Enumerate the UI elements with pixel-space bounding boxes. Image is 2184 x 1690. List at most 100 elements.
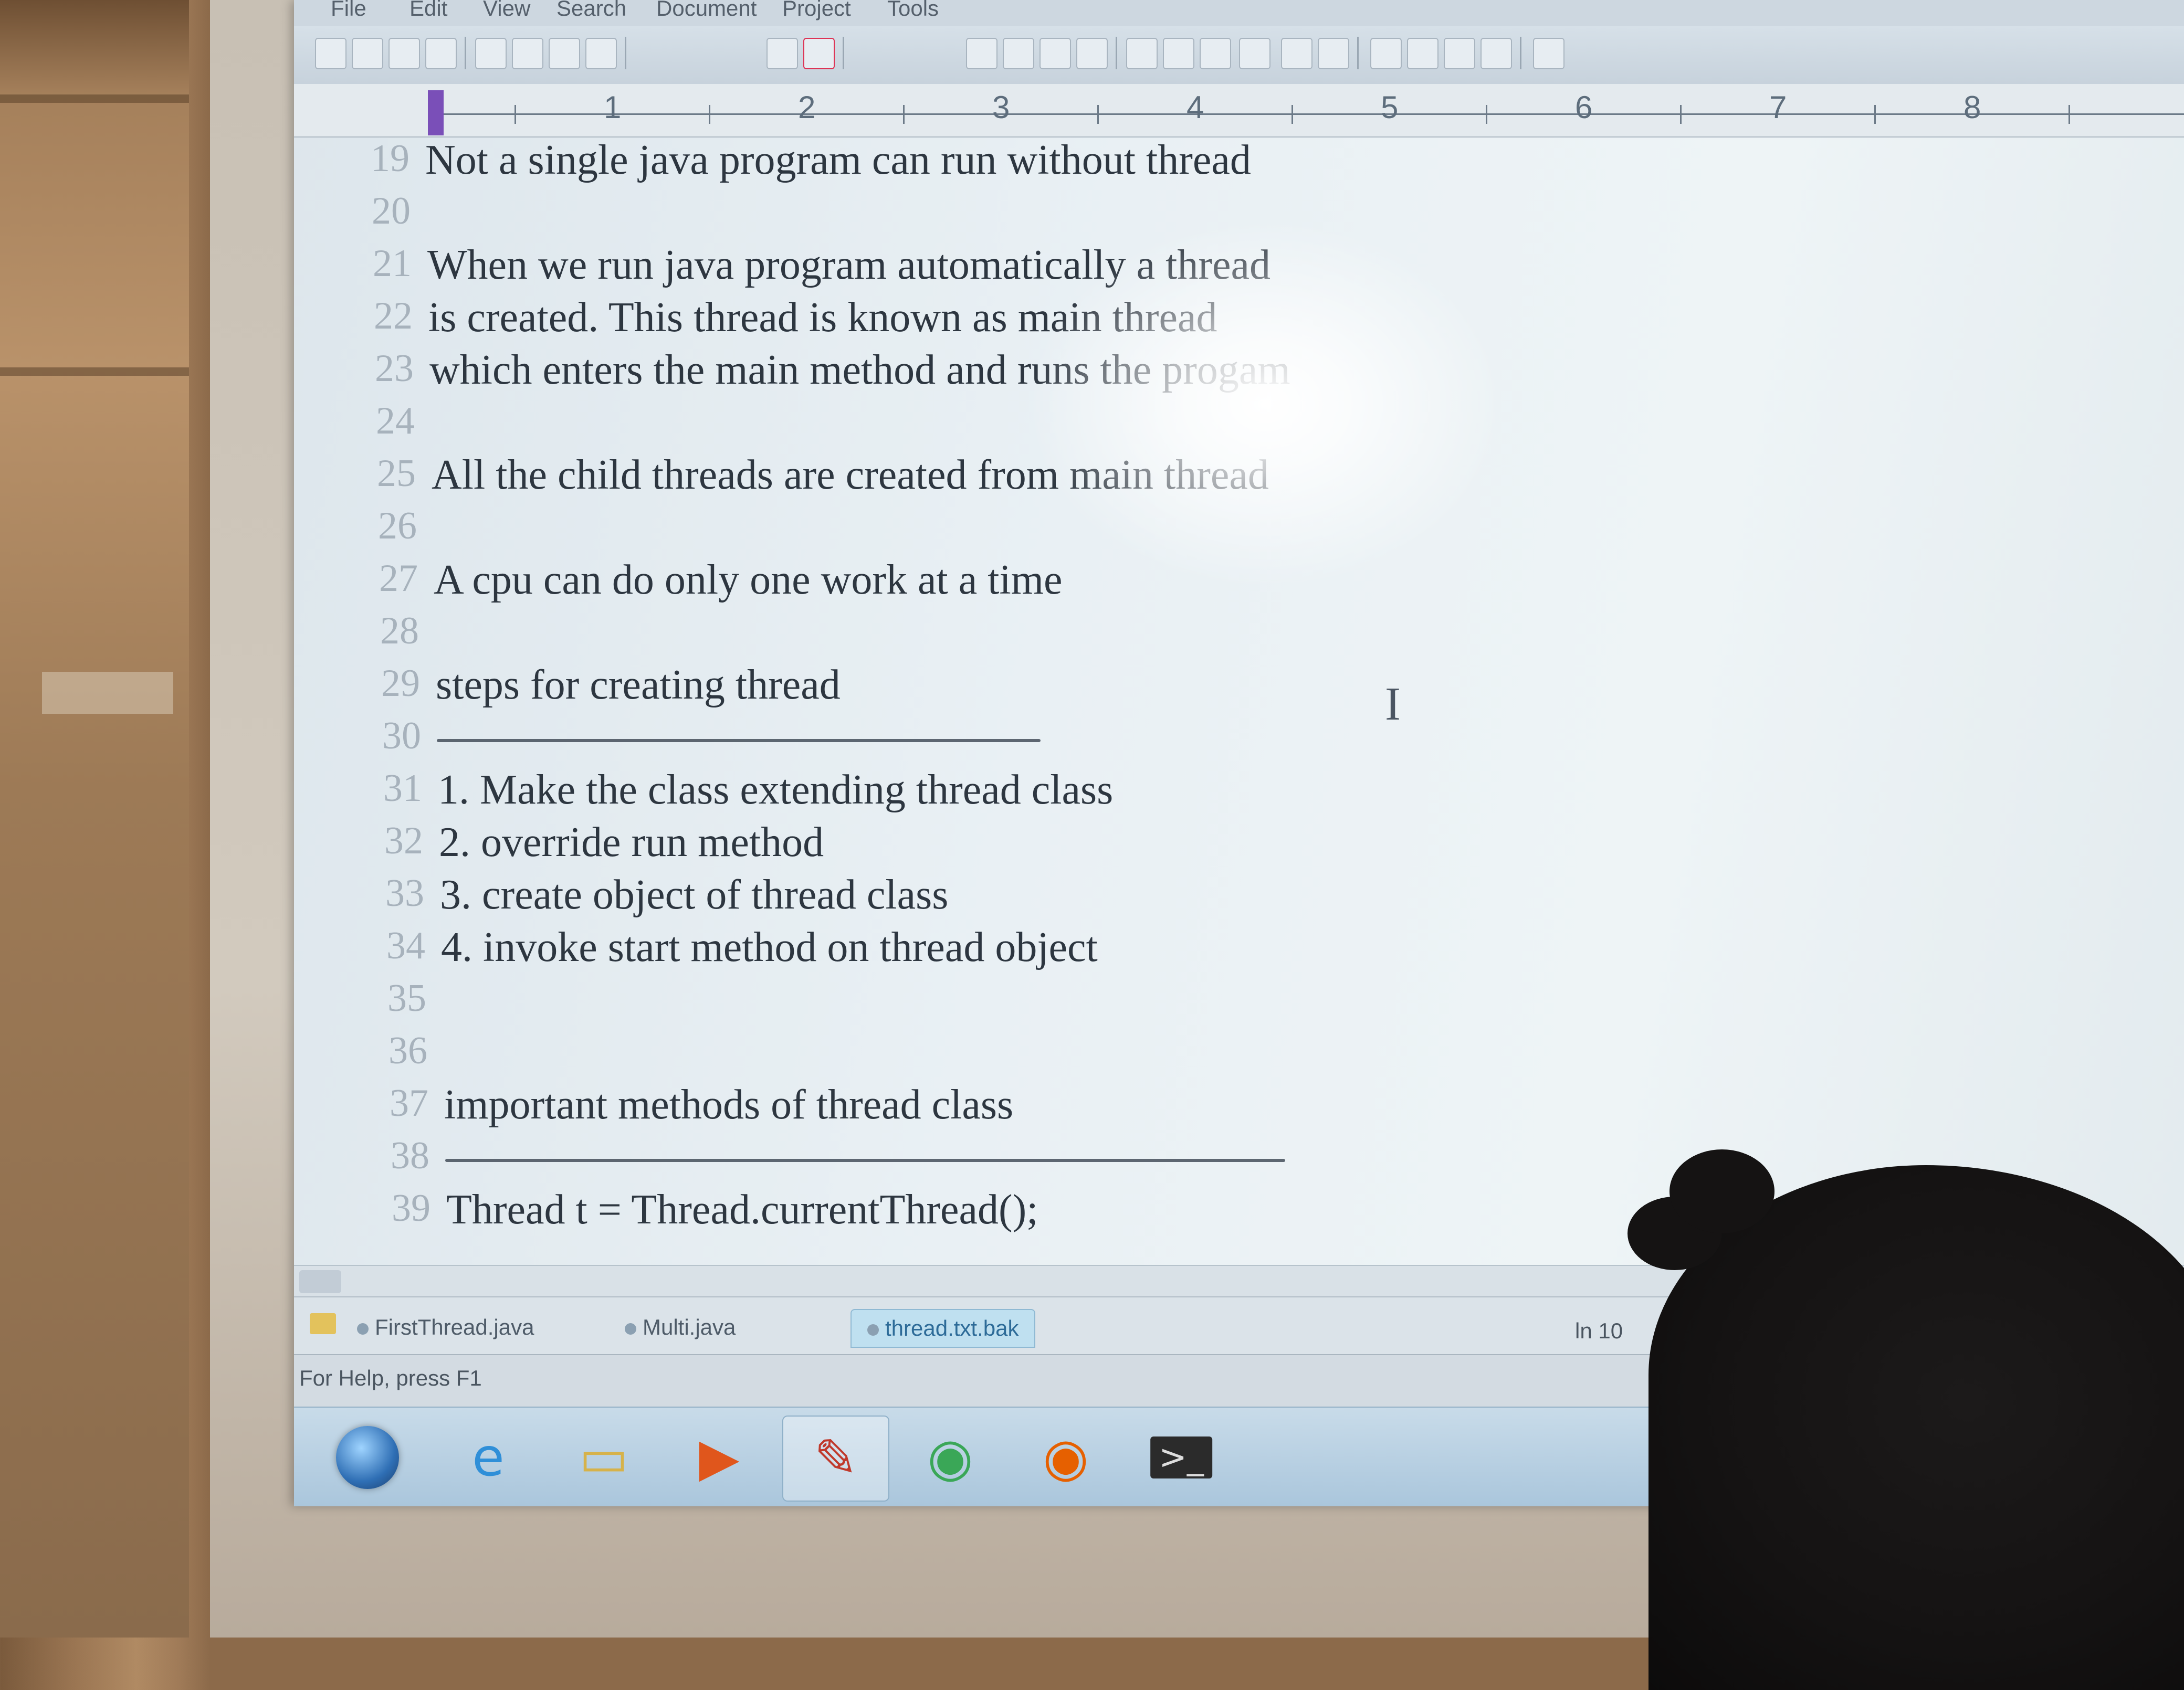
line-number: 28 <box>380 609 419 652</box>
line-number: 38 <box>391 1134 429 1177</box>
file-icon <box>867 1324 879 1336</box>
align-icon[interactable] <box>1239 38 1270 69</box>
ruler-tick <box>1486 105 1487 124</box>
wrap-icon[interactable] <box>1318 38 1349 69</box>
projector-glare <box>1029 220 1502 588</box>
taskbar-internet-explorer[interactable]: e <box>436 1416 541 1499</box>
line-text: 1. Make the class extending thread class <box>438 767 1114 813</box>
columns-icon[interactable] <box>1281 38 1312 69</box>
ruler[interactable]: 1 2 3 4 5 6 7 8 <box>294 84 2184 138</box>
taskbar-command-prompt[interactable]: >_ <box>1129 1416 1234 1499</box>
line-text: important methods of thread class <box>444 1082 1014 1128</box>
toolbar-separator <box>1520 37 1521 69</box>
ruler-tick <box>1292 105 1293 124</box>
paragraph-icon[interactable] <box>1200 38 1231 69</box>
taskbar-text-editor[interactable]: ✎ <box>782 1416 889 1502</box>
status-line-position: ln 10 <box>1575 1318 1623 1343</box>
line-number: 33 <box>385 872 424 915</box>
line-number: 39 <box>392 1187 430 1230</box>
print-icon[interactable] <box>512 38 543 69</box>
line-text: steps for creating thread <box>436 662 841 708</box>
start-button[interactable] <box>315 1416 420 1499</box>
ruler-tick <box>514 105 516 124</box>
cascade-icon[interactable] <box>1444 38 1475 69</box>
paste-icon[interactable] <box>766 38 798 69</box>
tile-icon[interactable] <box>1407 38 1438 69</box>
wall-seam <box>0 94 189 103</box>
menu-search[interactable]: Search <box>556 0 626 21</box>
firefox-icon: ◉ <box>1043 1427 1089 1488</box>
menu-view[interactable]: View <box>483 0 530 21</box>
line-number: 19 <box>371 137 410 180</box>
line-number: 23 <box>375 347 414 390</box>
save-all-icon[interactable] <box>425 38 457 69</box>
ruler-number: 7 <box>1769 90 1787 125</box>
ruler-tick <box>1874 105 1876 124</box>
toolbar <box>294 26 2184 85</box>
wall-seam <box>0 367 189 376</box>
save-icon[interactable] <box>388 38 420 69</box>
font-icon[interactable] <box>1163 38 1194 69</box>
font-size-icon[interactable] <box>1126 38 1158 69</box>
line-text: Thread t = Thread.currentThread(); <box>446 1187 1038 1233</box>
line-text: 2. override run method <box>439 819 824 865</box>
document-icon[interactable] <box>585 38 617 69</box>
ruler-number: 5 <box>1381 90 1399 125</box>
line-number: 30 <box>382 714 421 757</box>
taskbar-media-player[interactable]: ▶ <box>667 1416 772 1499</box>
edit-icon[interactable] <box>966 38 998 69</box>
print-preview-icon[interactable] <box>475 38 507 69</box>
tab-label: thread.txt.bak <box>885 1316 1019 1340</box>
taskbar-firefox[interactable]: ◉ <box>1013 1416 1118 1499</box>
menu-tools[interactable]: Tools <box>887 0 939 21</box>
dashed-separator <box>437 739 1041 742</box>
line-number: 22 <box>374 294 413 337</box>
open-file-icon[interactable] <box>352 38 383 69</box>
tab-firstthread[interactable]: FirstThread.java <box>341 1309 550 1346</box>
command-prompt-icon: >_ <box>1150 1437 1212 1478</box>
spell-check-icon[interactable] <box>549 38 580 69</box>
indent-icon[interactable] <box>1076 38 1108 69</box>
line-number: 20 <box>372 189 411 233</box>
line-number: 34 <box>386 924 425 967</box>
copy-icon[interactable] <box>1040 38 1071 69</box>
internet-explorer-icon: e <box>472 1427 505 1488</box>
ruler-number: 2 <box>798 90 816 125</box>
wall-panel <box>0 0 189 1638</box>
file-icon <box>357 1323 369 1335</box>
help-icon[interactable] <box>1533 38 1564 69</box>
menu-edit[interactable]: Edit <box>410 0 447 21</box>
line-text: Not a single java program can run withou… <box>425 137 1251 183</box>
ruler-margin-marker[interactable] <box>428 90 444 135</box>
toolbar-separator <box>465 37 466 69</box>
taskbar-file-explorer[interactable]: ▭ <box>551 1416 656 1499</box>
scroll-left-button[interactable] <box>299 1270 341 1293</box>
taskbar-chrome[interactable]: ◉ <box>898 1416 1003 1499</box>
media-player-icon: ▶ <box>699 1427 740 1488</box>
folder-icon[interactable] <box>310 1313 336 1334</box>
line-text: 3. create object of thread class <box>440 872 949 918</box>
ruler-number: 6 <box>1575 90 1593 125</box>
line-number: 35 <box>387 977 426 1020</box>
chrome-icon: ◉ <box>927 1427 973 1488</box>
maximize-icon[interactable] <box>1480 38 1512 69</box>
tab-multi[interactable]: Multi.java <box>609 1309 751 1346</box>
ruler-number: 1 <box>604 90 622 125</box>
windows-logo-icon <box>336 1426 399 1489</box>
ruler-number: 3 <box>992 90 1010 125</box>
ruler-tick <box>2068 105 2070 124</box>
menu-file[interactable]: File <box>331 0 366 21</box>
delete-icon[interactable] <box>803 38 835 69</box>
line-number: 27 <box>379 557 418 600</box>
ruler-tick <box>903 105 905 124</box>
find-icon[interactable] <box>1003 38 1034 69</box>
menu-project[interactable]: Project <box>782 0 851 21</box>
new-file-icon[interactable] <box>315 38 346 69</box>
viewer-head <box>1628 1149 2184 1690</box>
window-icon[interactable] <box>1370 38 1402 69</box>
line-number: 24 <box>376 399 415 442</box>
toolbar-separator <box>1357 37 1359 69</box>
line-text: 4. invoke start method on thread object <box>441 924 1098 970</box>
menu-document[interactable]: Document <box>656 0 757 21</box>
tab-thread-bak[interactable]: thread.txt.bak <box>850 1309 1036 1348</box>
